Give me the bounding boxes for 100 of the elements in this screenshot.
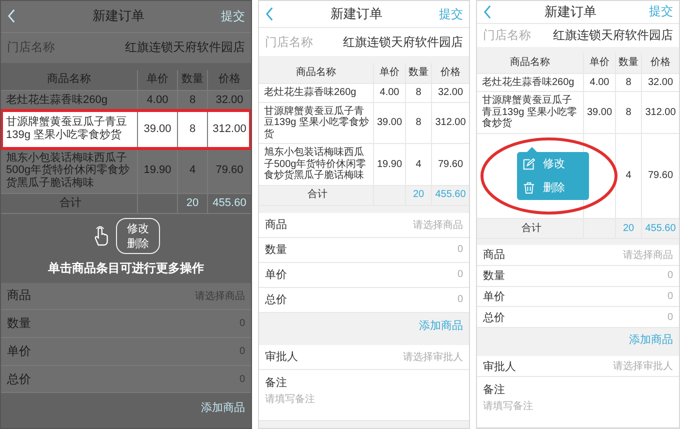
field-label: 数量 [483,269,505,284]
add-product-link[interactable]: 添加商品 [201,400,245,416]
table-cell-text: 老灶花生蒜香味260g [263,86,358,100]
table-cell-text: 老灶花生蒜香味260g [481,76,576,90]
field-label: 商品 [265,218,287,232]
back-icon[interactable] [483,4,492,19]
table-cell: 19.90 [137,148,177,193]
table-cell: 312.00 [431,102,469,143]
column-header: 单价 [137,70,177,90]
total-price: 455.60 [641,218,679,238]
table-cell: 32.00 [641,74,679,92]
table-cell: 4.00 [583,74,615,92]
table-row[interactable]: 旭东小包装话梅味西瓜子500g年货特价休闲零食炒货黑瓜子脆话梅味 19.90 4 79.60 [259,144,469,186]
table-cell: 8 [615,74,641,92]
table-cell-text: 甘源牌蟹黄蚕豆瓜子青豆139g 坚果小吃零食炒货 [481,94,578,132]
table-cell-text: 老灶花生蒜香味260g [5,92,108,108]
form-row[interactable]: 数量 0 [477,266,679,287]
picker-placeholder: 请选择商品 [413,218,463,232]
table-row[interactable]: 老灶花生蒜香味260g 4.00 8 32.00 [477,74,679,92]
picker-placeholder: 请选择商品 [623,248,673,262]
store-name: 红旗连锁天府软件园店 [343,34,463,50]
table-cell: 312.00 [207,110,251,148]
field-label: 审批人 [265,350,298,364]
table-cell: 4.00 [373,84,405,102]
total-price: 455.60 [207,194,251,213]
table-cell-text: 旭东小包装话梅味西瓜子500g年货特价休闲零食炒货黑瓜子脆话梅味 [263,146,368,183]
column-header: 数量 [177,70,207,90]
table-cell: 8 [405,84,431,102]
column-header: 商品名称 [295,66,337,80]
table-cell: 19.90 [373,144,405,184]
hint-text: 单击商品条目可进行更多操作 [47,260,205,277]
table-cell: 79.60 [207,148,251,193]
submit-button[interactable]: 提交 [221,8,245,25]
store-name: 红旗连锁天府软件园店 [125,39,245,56]
remark-input[interactable]: 请填写备注 [265,392,463,420]
column-header: 价格 [207,70,251,90]
form-row[interactable]: 数量 0 [259,238,469,262]
field-label: 总价 [483,310,505,325]
form-row[interactable]: 商品 请选择商品 [259,212,469,238]
column-header: 数量 [615,52,641,73]
column-header: 单价 [583,52,615,73]
field-label: 商品 [7,287,31,304]
total-quantity: 20 [615,218,641,238]
table-cell: 79.60 [641,134,679,218]
table-cell: 4 [177,148,207,193]
form-row[interactable]: 商品 请选择商品 [477,244,679,266]
table-cell: 39.00 [583,92,615,133]
field-label: 总价 [265,293,287,307]
column-header: 商品名称 [509,56,551,70]
form-row[interactable]: 总价 0 [259,288,469,312]
hand-tap-icon [92,224,110,247]
table-cell: 4 [405,144,431,184]
remark-field[interactable]: 备注 请填写备注 [259,370,469,420]
field-label: 单价 [7,342,31,360]
field-value: 0 [667,312,673,323]
form-row[interactable]: 总价 0 [477,307,679,328]
table-cell: 8 [405,102,431,143]
screen-title: 新建订单 [92,7,146,26]
remark-input[interactable]: 请填写备注 [483,399,673,428]
edit-icon [523,158,535,170]
field-value: 0 [667,291,673,302]
field-label: 商品 [483,248,505,262]
field-value: 0 [667,270,673,282]
form-row[interactable]: 审批人 请选择审批人 [477,356,679,378]
total-quantity: 20 [405,186,431,204]
column-header: 价格 [641,52,679,73]
column-header: 价格 [431,63,469,83]
total-label: 合计 [58,196,82,211]
store-label: 门店名称 [483,26,531,44]
table-row[interactable]: 甘源牌蟹黄蚕豆瓜子青豆139g 坚果小吃零食炒货 39.00 8 312.00 [477,92,679,134]
table-row[interactable]: 甘源牌蟹黄蚕豆瓜子青豆139g 坚果小吃零食炒货 39.00 8 312.00 [259,102,469,144]
table-cell: 312.00 [641,92,679,133]
table-cell: 39.00 [373,102,405,143]
total-label: 合计 [520,222,542,236]
remark-field[interactable]: 备注 请填写备注 [477,377,679,428]
form-row[interactable]: 审批人 请选择审批人 [259,344,469,370]
field-label: 数量 [265,243,287,257]
form-row[interactable]: 单价 0 [477,286,679,308]
field-label: 审批人 [483,360,516,374]
table-cell: 8 [177,110,207,148]
column-header: 单价 [373,63,405,83]
table-row[interactable]: 老灶花生蒜香味260g 4.00 8 32.00 [259,84,469,102]
table-cell-text: 甘源牌蟹黄蚕豆瓜子青豆139g 坚果小吃零食炒货 [263,104,370,142]
field-label: 数量 [7,315,31,332]
callout-text: 删除 [127,236,149,251]
screen-title: 新建订单 [330,5,384,23]
store-name: 红旗连锁天府软件园店 [553,26,673,44]
table-cell-text: 旭东小包装话梅味西瓜子500g年货特价休闲零食炒货黑瓜子脆话梅味 [5,150,130,191]
screen-title: 新建订单 [544,2,598,21]
table-cell: 79.60 [431,144,469,184]
field-value: 0 [457,269,463,280]
picker-placeholder: 请选择审批人 [613,360,673,374]
table-cell-text: 甘源牌蟹黄蚕豆瓜子青豆139g 坚果小吃零食炒货 [5,115,128,143]
table-cell: 4 [615,134,641,218]
callout-text: 修改 [127,220,149,236]
form-row[interactable]: 单价 0 [259,262,469,288]
back-icon[interactable] [265,7,274,21]
table-row[interactable]: 甘源牌蟹黄蚕豆瓜子青豆139g 坚果小吃零食炒货 39.00 8 312.00 [1,110,251,149]
table-cell: 8 [615,92,641,133]
store-label: 门店名称 [265,34,313,50]
